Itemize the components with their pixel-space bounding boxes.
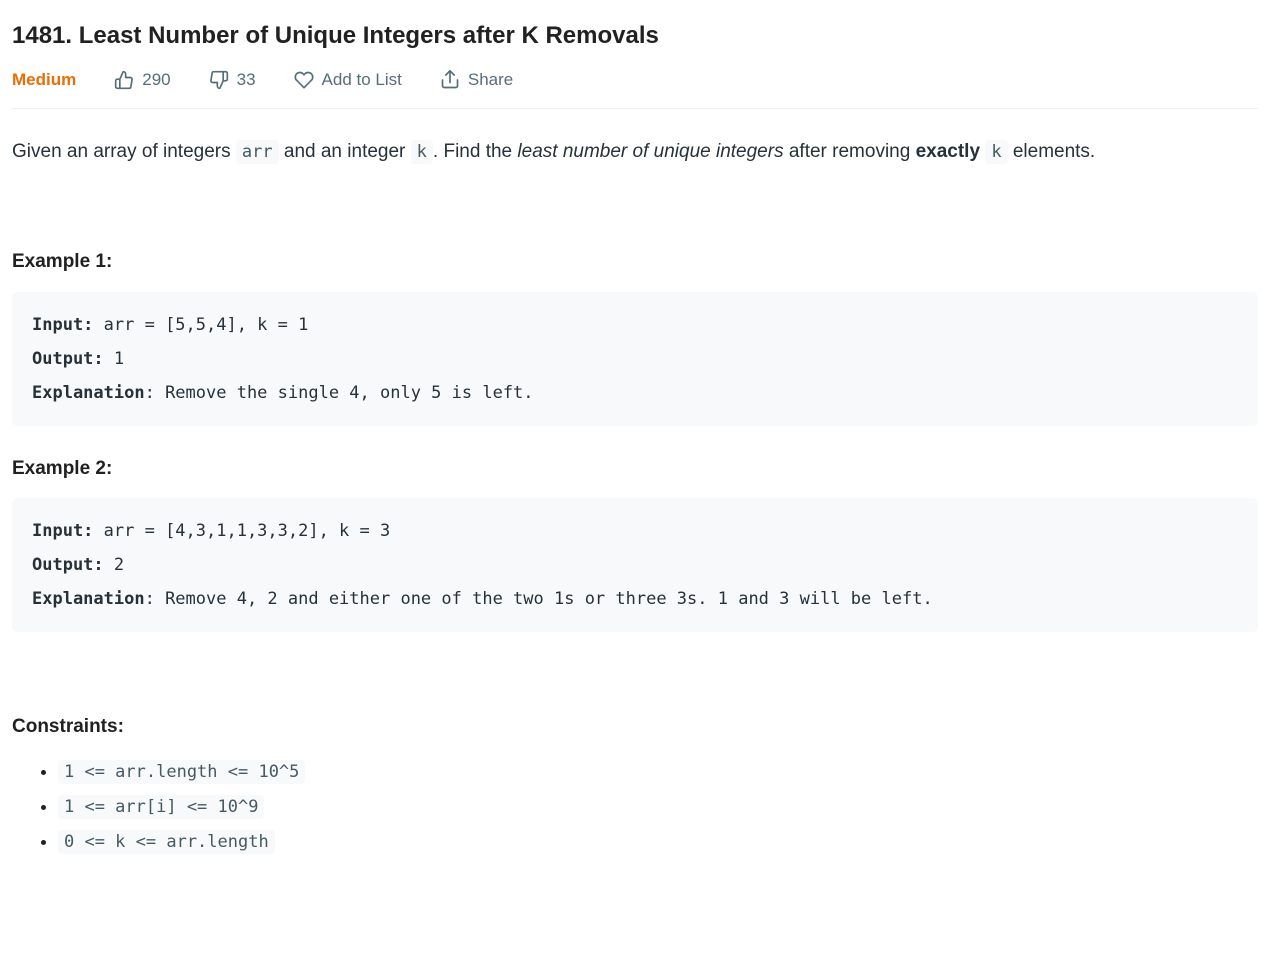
constraint-item: 1 <= arr.length <= 10^5	[58, 757, 1258, 786]
dislike-count: 33	[237, 70, 256, 90]
meta-row: Medium 290 33 Add to List Share	[12, 70, 1258, 109]
example-block: Input: arr = [4,3,1,1,3,3,2], k = 3 Outp…	[12, 498, 1258, 632]
share-label: Share	[468, 70, 513, 90]
example-heading: Example 2:	[12, 454, 1258, 484]
thumbs-down-icon	[209, 70, 229, 90]
description-paragraph: Given an array of integers arr and an in…	[12, 137, 1258, 167]
constraints-list: 1 <= arr.length <= 10^5 1 <= arr[i] <= 1…	[12, 757, 1258, 857]
add-to-list-label: Add to List	[322, 70, 402, 90]
constraints-heading: Constraints:	[12, 712, 1258, 742]
inline-code: k	[985, 140, 1007, 164]
like-count: 290	[142, 70, 170, 90]
share-icon	[440, 70, 460, 90]
thumbs-up-icon	[114, 70, 134, 90]
dislike-button[interactable]: 33	[209, 70, 256, 90]
inline-code: k	[411, 140, 433, 164]
constraint-item: 1 <= arr[i] <= 10^9	[58, 792, 1258, 821]
example-block: Input: arr = [5,5,4], k = 1 Output: 1 Ex…	[12, 292, 1258, 426]
constraint-item: 0 <= k <= arr.length	[58, 827, 1258, 856]
example-heading: Example 1:	[12, 247, 1258, 277]
problem-title: 1481. Least Number of Unique Integers af…	[12, 22, 1258, 50]
problem-description: Given an array of integers arr and an in…	[12, 109, 1258, 856]
add-to-list-button[interactable]: Add to List	[294, 70, 402, 90]
inline-code: arr	[236, 140, 279, 164]
difficulty-badge: Medium	[12, 70, 76, 90]
share-button[interactable]: Share	[440, 70, 513, 90]
heart-icon	[294, 70, 314, 90]
like-button[interactable]: 290	[114, 70, 170, 90]
